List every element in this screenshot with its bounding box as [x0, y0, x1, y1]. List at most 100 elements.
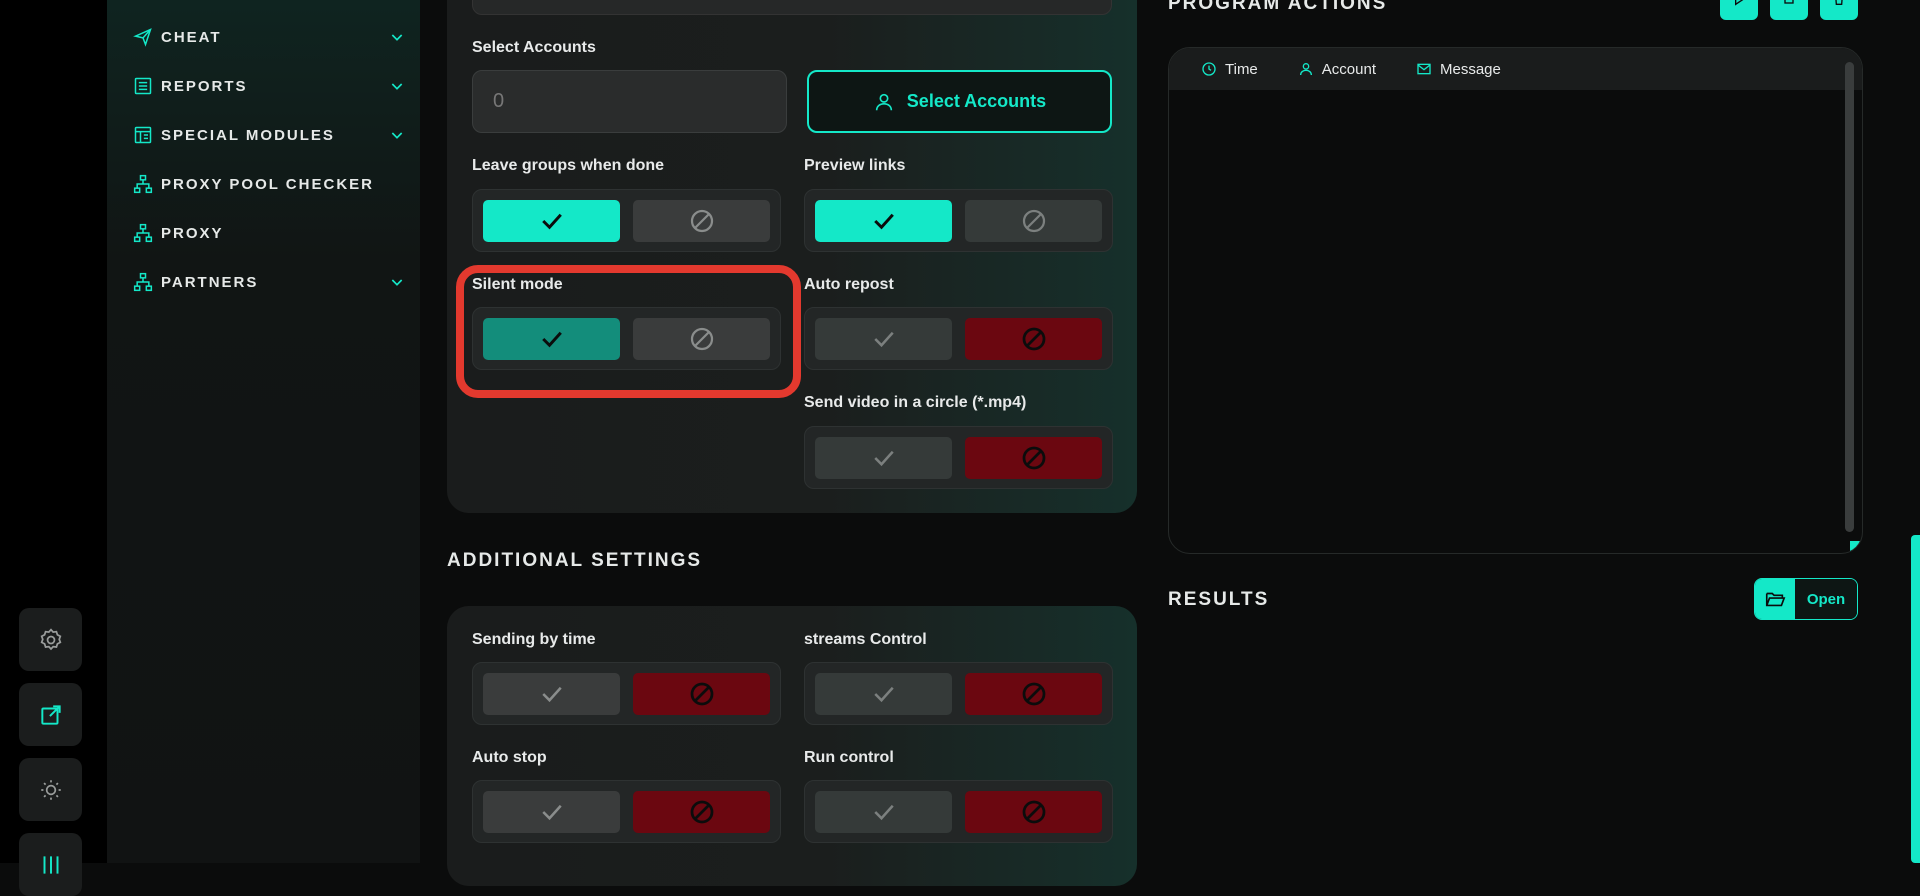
network-icon [133, 223, 153, 243]
block-icon [1022, 446, 1045, 470]
sending-by-time-toggle [472, 662, 781, 725]
sidebar-item-cheat[interactable]: CHEAT [133, 22, 405, 52]
send-video-on-button[interactable] [815, 437, 952, 479]
chevron-down-icon[interactable] [389, 29, 405, 45]
block-icon [1022, 327, 1045, 351]
select-accounts-button-label: Select Accounts [906, 91, 1047, 111]
sidebar-item-proxy[interactable]: PROXY [133, 218, 405, 248]
sidebar-item-label: PARTNERS [161, 273, 259, 291]
silent-mode-highlight [456, 265, 801, 398]
sending-by-time-off-button[interactable] [633, 673, 770, 715]
stop-icon [1784, 0, 1794, 4]
page-scrollbar[interactable] [1911, 535, 1920, 863]
preview-links-on-button[interactable] [815, 200, 952, 242]
select-accounts-button[interactable]: Select Accounts [807, 70, 1112, 133]
run-control-off-button[interactable] [965, 791, 1102, 833]
send-icon [133, 28, 152, 47]
auto-stop-label: Auto stop [472, 749, 547, 766]
log-scrollbar[interactable] [1845, 62, 1854, 532]
sidebar-item-label: SPECIAL MODULES [161, 126, 335, 144]
sidebar-item-reports[interactable]: REPORTS [133, 71, 405, 101]
check-icon [873, 804, 894, 821]
check-icon [541, 804, 562, 821]
preview-links-label: Preview links [804, 157, 906, 174]
additional-settings-title: ADDITIONAL SETTINGS [447, 550, 703, 571]
run-control-toggle [804, 780, 1113, 843]
sidebar-item-proxy-pool-checker[interactable]: PROXY POOL CHECKER [133, 169, 405, 199]
streams-control-label: streams Control [804, 631, 927, 648]
settings-icon [40, 627, 61, 650]
sliders-icon [43, 855, 58, 874]
theme-toggle-button[interactable] [19, 758, 82, 821]
program-actions-title: PROGRAM ACTIONS [1168, 0, 1388, 14]
select-accounts-label: Select Accounts [472, 39, 596, 56]
sliders-button[interactable] [19, 833, 82, 896]
block-icon [690, 209, 713, 233]
run-control-label: Run control [804, 749, 894, 766]
folder-open-icon [1765, 592, 1786, 607]
leave-groups-on-button[interactable] [483, 200, 620, 242]
auto-repost-on-button[interactable] [815, 318, 952, 360]
log-header: Time Account Message [1169, 48, 1862, 90]
log-column-message: Message [1416, 61, 1501, 78]
network-icon [133, 272, 153, 292]
streams-control-off-button[interactable] [965, 673, 1102, 715]
open-results-label: Open [1795, 579, 1857, 619]
check-icon [873, 213, 894, 230]
send-video-toggle [804, 426, 1113, 489]
chevron-down-icon[interactable] [389, 127, 405, 143]
run-control-on-button[interactable] [815, 791, 952, 833]
check-icon [541, 686, 562, 703]
icon-rail [0, 0, 107, 896]
streams-control-toggle [804, 662, 1113, 725]
check-icon [541, 213, 562, 230]
network-icon [133, 174, 153, 194]
sidebar-item-label: REPORTS [161, 77, 248, 95]
clock-icon [1202, 62, 1216, 76]
auto-repost-label: Auto repost [804, 276, 894, 293]
preview-links-off-button[interactable] [965, 200, 1102, 242]
block-icon [1022, 800, 1045, 824]
send-video-off-button[interactable] [965, 437, 1102, 479]
block-icon [690, 800, 713, 824]
sidebar-item-label: PROXY [161, 224, 224, 242]
results-title: RESULTS [1168, 589, 1270, 610]
auto-stop-off-button[interactable] [633, 791, 770, 833]
external-link-button[interactable] [19, 683, 82, 746]
check-icon [873, 686, 894, 703]
log-column-time: Time [1201, 61, 1258, 78]
log-resize-handle[interactable] [1850, 541, 1860, 551]
delete-button[interactable] [1820, 0, 1858, 20]
accounts-count-input[interactable]: 0 [472, 70, 787, 133]
external-link-icon [40, 704, 61, 725]
block-icon [1022, 209, 1045, 233]
sidebar-nav: CHEAT REPORTS SPECIAL MODULES PROXY POOL… [107, 0, 420, 863]
play-button[interactable] [1720, 0, 1758, 20]
check-icon [873, 450, 894, 467]
sending-by-time-on-button[interactable] [483, 673, 620, 715]
mail-icon [1417, 63, 1431, 75]
leave-groups-label: Leave groups when done [472, 157, 665, 174]
leave-groups-off-button[interactable] [633, 200, 770, 242]
settings-button[interactable] [19, 608, 82, 671]
send-video-label: Send video in a circle (*.mp4) [804, 394, 1027, 411]
user-icon [1299, 62, 1312, 76]
program-actions-log[interactable]: Time Account Message [1168, 47, 1863, 554]
auto-stop-on-button[interactable] [483, 791, 620, 833]
report-icon [134, 77, 152, 95]
stop-button[interactable] [1770, 0, 1808, 20]
modules-icon [134, 126, 152, 144]
sidebar-item-label: CHEAT [161, 28, 222, 46]
auto-repost-off-button[interactable] [965, 318, 1102, 360]
trash-icon [1835, 0, 1843, 5]
block-icon [1022, 682, 1045, 706]
leave-groups-toggle [472, 189, 781, 252]
open-results-button[interactable]: Open [1754, 578, 1858, 620]
sidebar-item-label: PROXY POOL CHECKER [161, 175, 374, 193]
chevron-down-icon[interactable] [389, 78, 405, 94]
chevron-down-icon[interactable] [389, 274, 405, 290]
text-input-cropped[interactable] [472, 0, 1112, 15]
streams-control-on-button[interactable] [815, 673, 952, 715]
sidebar-item-partners[interactable]: PARTNERS [133, 267, 405, 297]
sidebar-item-special-modules[interactable]: SPECIAL MODULES [133, 120, 405, 150]
